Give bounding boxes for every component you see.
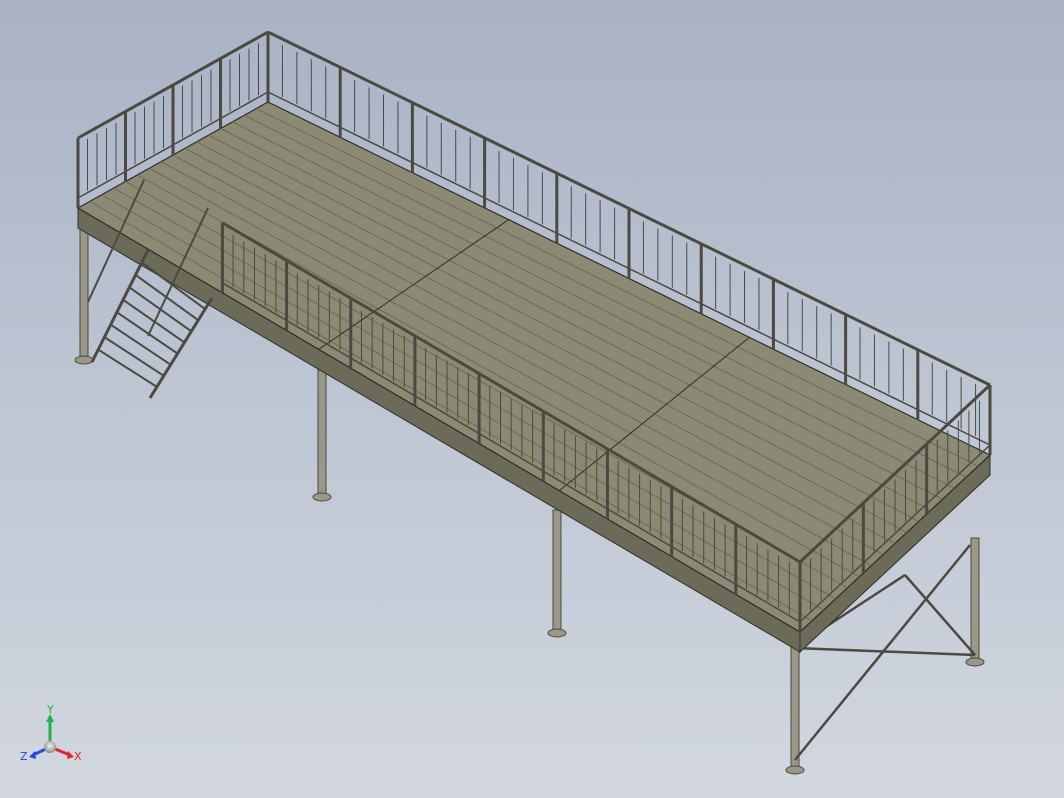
z-axis-label: Z: [20, 750, 28, 763]
leg-base-plate: [965, 657, 985, 667]
leg-base-plate: [785, 765, 805, 775]
stair-stringer: [90, 249, 150, 363]
x-axis-label: X: [74, 750, 82, 763]
support-leg: [317, 369, 327, 498]
stair-tread: [116, 311, 179, 355]
leg-base-plate: [312, 492, 332, 502]
stair-tread: [103, 336, 165, 377]
orientation-triad[interactable]: Y X Z: [18, 700, 88, 770]
x-axis-arrowhead: [67, 751, 74, 759]
stair-tread: [97, 348, 158, 388]
brace-member: [904, 574, 976, 656]
support-leg: [970, 537, 980, 663]
support-leg: [552, 509, 562, 634]
cad-viewport[interactable]: Y X Z: [0, 0, 1064, 798]
support-leg: [790, 642, 800, 771]
leg-base-plate: [74, 355, 94, 365]
support-leg: [79, 219, 89, 361]
y-axis-label: Y: [46, 703, 54, 716]
leg-base-plate: [547, 628, 567, 638]
triad-graphic: Y X Z: [20, 703, 82, 763]
z-axis-arrowhead: [29, 751, 36, 759]
triad-origin: [44, 741, 56, 753]
platform-model[interactable]: [0, 0, 1064, 798]
stair-tread: [110, 323, 172, 366]
